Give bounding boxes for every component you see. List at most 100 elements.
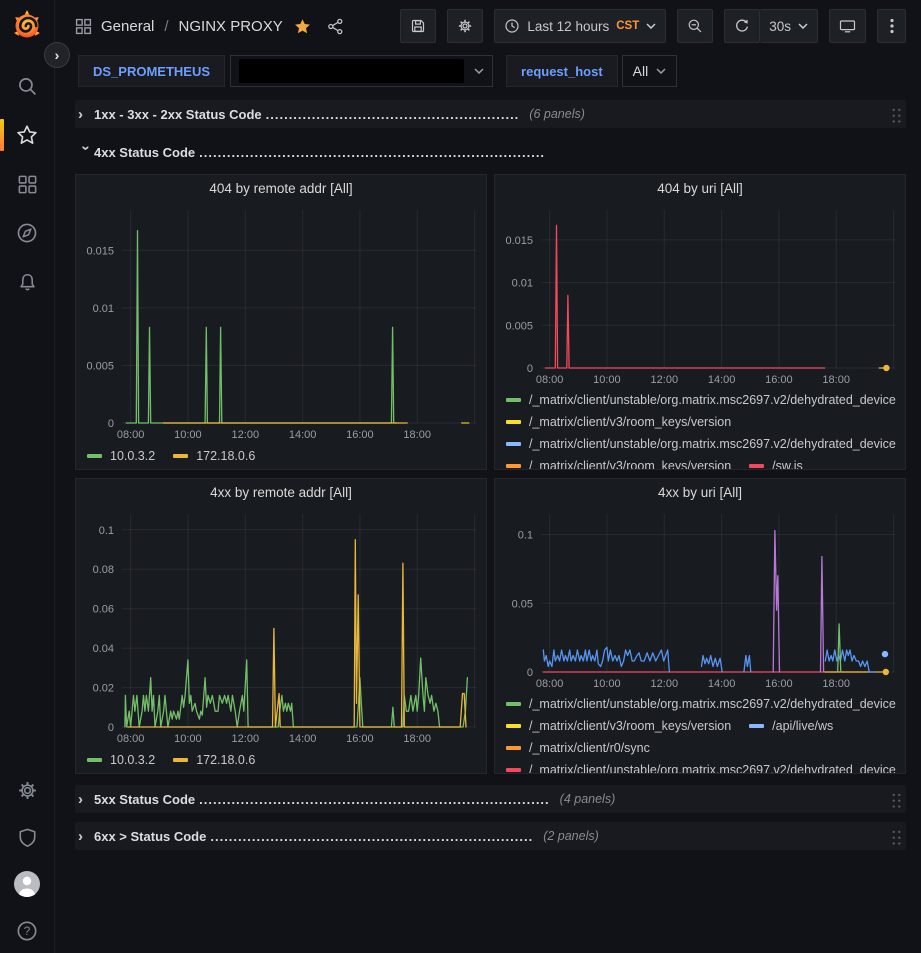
legend-label: /_matrix/client/unstable/org.matrix.msc2… — [529, 697, 896, 711]
sidebar-item-profile[interactable] — [0, 872, 55, 896]
sidebar-item-configuration[interactable] — [0, 778, 55, 802]
legend-item[interactable]: /_matrix/client/v3/room_keys/version — [506, 715, 731, 737]
row-header-5xx[interactable]: › 5xx Status Code ......................… — [75, 785, 906, 813]
legend-swatch — [87, 758, 102, 762]
svg-text:18:00: 18:00 — [822, 374, 850, 386]
drag-handle[interactable] — [891, 791, 902, 808]
panel-row-2: 4xx by remote addr [All] 00.020.040.060.… — [75, 478, 906, 774]
svg-text:0.1: 0.1 — [518, 530, 533, 542]
svg-text:12:00: 12:00 — [232, 429, 260, 441]
compass-icon — [16, 222, 38, 244]
sidebar-item-explore[interactable] — [0, 221, 55, 245]
legend-item[interactable]: /_matrix/client/unstable/org.matrix.msc2… — [506, 759, 896, 773]
page-title[interactable]: NGINX PROXY — [179, 18, 283, 35]
time-range-label: Last 12 hours — [527, 19, 609, 34]
breadcrumb-section[interactable]: General — [101, 18, 154, 35]
svg-text:16:00: 16:00 — [765, 678, 793, 690]
legend-swatch — [506, 442, 521, 446]
favorite-star-icon[interactable] — [294, 18, 311, 35]
row-title: 4xx Status Code — [94, 145, 195, 160]
legend-item[interactable]: /_matrix/client/v3/room_keys/version — [506, 411, 731, 433]
sidebar-item-alerting[interactable] — [0, 270, 55, 294]
svg-text:0: 0 — [527, 363, 533, 375]
panel-title[interactable]: 4xx by uri [All] — [495, 479, 905, 506]
zoom-out-icon — [687, 18, 703, 34]
legend-item[interactable]: /_matrix/client/unstable/org.matrix.msc2… — [506, 433, 896, 455]
breadcrumb: General / NGINX PROXY — [75, 18, 344, 35]
time-series-plot[interactable]: 00.020.040.060.080.108:0010:0012:0014:00… — [76, 506, 486, 746]
dashboards-grid-icon — [17, 174, 38, 195]
svg-text:14:00: 14:00 — [289, 429, 317, 441]
legend-item[interactable]: /api/live/ws — [749, 715, 833, 737]
legend-swatch — [506, 746, 521, 750]
row-header-4xx[interactable]: › 4xx Status Code ......................… — [75, 138, 906, 166]
legend-item[interactable]: 172.18.0.6 — [173, 749, 255, 771]
legend-item[interactable]: 10.0.3.2 — [87, 445, 155, 467]
breadcrumb-separator: / — [164, 18, 168, 35]
legend-label: /sw.js — [772, 459, 803, 469]
sidebar-item-search[interactable] — [0, 74, 55, 98]
legend-item[interactable]: /_matrix/client/unstable/org.matrix.msc2… — [506, 693, 896, 715]
legend-label: /api/live/ws — [772, 719, 833, 733]
legend-label: 10.0.3.2 — [110, 753, 155, 767]
legend-label: /_matrix/client/v3/room_keys/version — [529, 719, 731, 733]
legend-swatch — [173, 454, 188, 458]
row-header-6xx[interactable]: › 6xx > Status Code ....................… — [75, 822, 906, 850]
chart-svg: 00.050.108:0010:0012:0014:0016:0018:00 — [495, 506, 905, 691]
legend-item[interactable]: /sw.js — [749, 455, 803, 469]
refresh-interval-dropdown[interactable]: 30s — [760, 9, 818, 43]
panel-404-by-uri: 404 by uri [All] 00.0050.010.01508:0010:… — [494, 174, 906, 470]
sidebar-item-help[interactable]: ? — [0, 919, 55, 943]
kebab-icon — [890, 18, 894, 34]
variable-value-ds-prometheus[interactable] — [230, 55, 493, 87]
time-range-picker[interactable]: Last 12 hours CST — [494, 9, 666, 43]
svg-text:0.01: 0.01 — [512, 278, 533, 290]
svg-text:0.005: 0.005 — [86, 360, 114, 372]
variable-value-request-host[interactable]: All — [622, 55, 678, 87]
legend-item[interactable]: 172.18.0.6 — [173, 445, 255, 467]
svg-text:14:00: 14:00 — [708, 374, 736, 386]
dashboard-toolbar: General / NGINX PROXY — [55, 0, 921, 52]
chevron-down-icon: › — [79, 145, 94, 161]
drag-handle[interactable] — [891, 106, 902, 123]
panel-row-1: 404 by remote addr [All] 00.0050.010.015… — [75, 174, 906, 470]
legend-item[interactable]: 10.0.3.2 — [87, 749, 155, 771]
time-series-plot[interactable]: 00.0050.010.01508:0010:0012:0014:0016:00… — [495, 202, 905, 387]
sidebar-item-starred[interactable] — [0, 123, 55, 147]
more-options-button[interactable] — [877, 9, 906, 43]
row-header-1xx-3xx-2xx[interactable]: › 1xx - 3xx - 2xx Status Code ..........… — [75, 100, 906, 128]
svg-text:0.04: 0.04 — [93, 643, 114, 655]
row-title: 6xx > Status Code — [94, 829, 206, 844]
row-title-dots: ........................................… — [210, 829, 533, 844]
legend-swatch — [749, 464, 764, 468]
time-series-plot[interactable]: 00.050.108:0010:0012:0014:0016:0018:00 — [495, 506, 905, 691]
chevron-down-icon — [656, 68, 666, 74]
legend-item[interactable]: /_matrix/client/v3/room_keys/version — [506, 455, 731, 469]
svg-text:0.01: 0.01 — [93, 303, 114, 315]
panel-title[interactable]: 4xx by remote addr [All] — [76, 479, 486, 506]
app-window: › — [0, 0, 921, 953]
legend-item[interactable]: /_matrix/client/unstable/org.matrix.msc2… — [506, 389, 896, 411]
legend-item[interactable]: /_matrix/client/r0/sync — [506, 737, 650, 759]
svg-text:10:00: 10:00 — [174, 733, 202, 745]
share-icon[interactable] — [327, 18, 344, 35]
legend-label: /_matrix/client/v3/room_keys/version — [529, 459, 731, 469]
zoom-out-button[interactable] — [677, 9, 713, 43]
time-series-plot[interactable]: 00.0050.010.01508:0010:0012:0014:0016:00… — [76, 202, 486, 442]
refresh-button[interactable] — [724, 9, 760, 43]
tv-mode-button[interactable] — [829, 9, 866, 43]
svg-text:0.05: 0.05 — [512, 598, 533, 610]
sidebar-expand-button[interactable]: › — [44, 42, 70, 68]
save-dashboard-button[interactable] — [400, 9, 436, 43]
sidebar-item-server-admin[interactable] — [0, 825, 55, 849]
legend-label: /_matrix/client/unstable/org.matrix.msc2… — [529, 393, 896, 407]
panel-title[interactable]: 404 by uri [All] — [495, 175, 905, 202]
panel-title[interactable]: 404 by remote addr [All] — [76, 175, 486, 202]
grafana-logo[interactable] — [10, 8, 44, 44]
sidebar-item-dashboards[interactable] — [0, 172, 55, 196]
row-title-dots: ........................................… — [266, 107, 520, 122]
dashboard-settings-button[interactable] — [447, 9, 483, 43]
drag-handle[interactable] — [891, 828, 902, 845]
chart-svg: 00.0050.010.01508:0010:0012:0014:0016:00… — [495, 202, 905, 387]
legend-label: 172.18.0.6 — [196, 753, 255, 767]
